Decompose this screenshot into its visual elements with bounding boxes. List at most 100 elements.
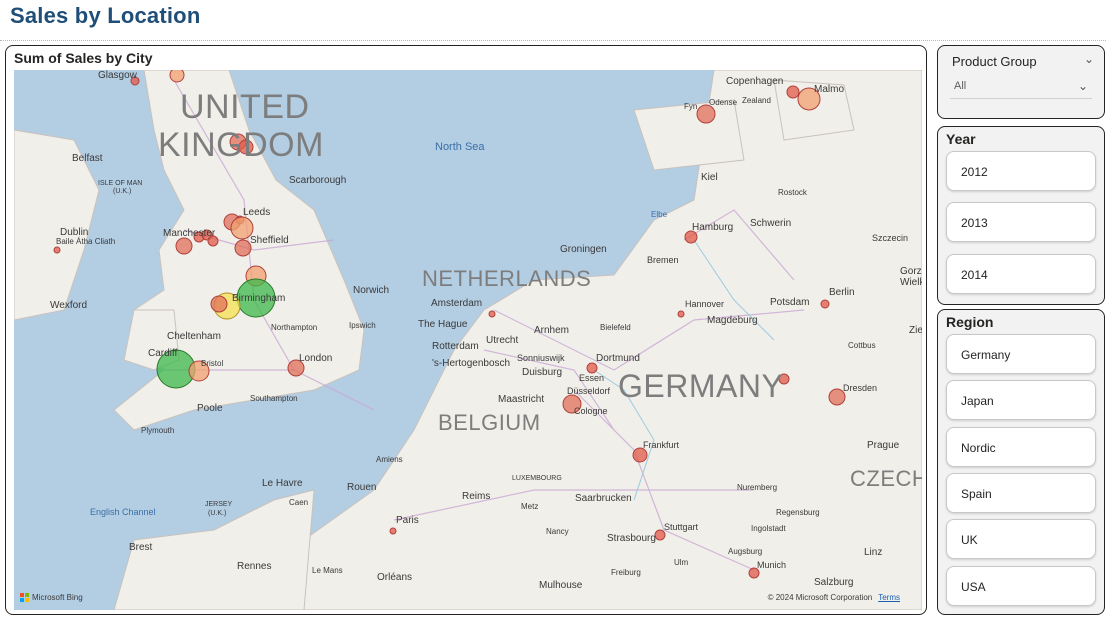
place-label: Brest [129, 542, 153, 553]
chevron-down-icon[interactable]: ⌄ [1084, 52, 1094, 66]
place-label: (U.K.) [208, 510, 227, 517]
copyright-text: © 2024 Microsoft Corporation [767, 593, 873, 602]
place-label: Baile Átha Cliath [56, 237, 116, 246]
bubble-odense [696, 104, 716, 124]
place-label: Nancy [546, 527, 569, 536]
place-label: Saarbrucken [575, 493, 632, 504]
bubble-dublin [53, 246, 61, 254]
place-label: Scarborough [289, 175, 347, 186]
year-option-2012[interactable]: 2012 [946, 151, 1096, 191]
product-group-value: All [954, 80, 967, 92]
place-label: Amiens [376, 455, 403, 464]
year-slicer-title: Year [946, 131, 976, 147]
region-option-germany[interactable]: Germany [946, 334, 1096, 374]
place-label: Dortmund [596, 353, 640, 364]
country-label-uk-1: UNITED [180, 88, 310, 126]
place-label: London [299, 353, 333, 364]
place-label: Southampton [250, 394, 298, 403]
year-option-2014[interactable]: 2014 [946, 254, 1096, 294]
place-label: Dresden [843, 383, 878, 393]
bubble-liverpool [175, 237, 193, 255]
place-label: Wexford [50, 300, 88, 311]
place-label: Rouen [347, 482, 377, 493]
place-label: Copenhagen [726, 76, 784, 87]
place-label: Bristol [201, 359, 224, 368]
place-label: Bielefeld [600, 323, 631, 332]
sea-label-english-channel: English Channel [90, 507, 156, 517]
terms-link[interactable]: Terms [878, 593, 900, 602]
country-label-czech: CZECH [850, 466, 922, 491]
place-label: Zielona [909, 325, 922, 336]
place-label: Kiel [701, 172, 718, 183]
place-label: Groningen [560, 244, 607, 255]
place-label: Le Havre [262, 478, 303, 489]
bubble-berlin [820, 299, 830, 309]
place-label: Metz [521, 502, 539, 511]
place-label: ISLE OF MAN [98, 180, 143, 187]
place-label: Norwich [353, 285, 390, 296]
place-label: Paris [396, 515, 419, 526]
place-label: Plymouth [141, 426, 175, 435]
region-option-japan[interactable]: Japan [946, 380, 1096, 420]
place-label: Cologne [574, 406, 608, 416]
place-label: Le Mans [312, 566, 343, 575]
place-label: Strasbourg [607, 533, 656, 544]
place-label: Zealand [742, 96, 771, 105]
place-label: Magdeburg [707, 315, 758, 326]
sea-label-north-sea: North Sea [435, 141, 485, 153]
place-label: Belfast [72, 153, 103, 164]
place-label: Duisburg [522, 367, 563, 378]
place-label: Poole [197, 403, 223, 414]
microsoft-logo-icon [20, 593, 29, 602]
region-option-spain[interactable]: Spain [946, 473, 1096, 513]
bubble-hannover [677, 310, 685, 318]
product-group-label: Product Group [952, 54, 1037, 69]
bubble-frankfurt [632, 447, 648, 463]
place-label: Cardiff [148, 348, 178, 359]
place-label: Rennes [237, 561, 272, 572]
region-slicer-title: Region [946, 314, 994, 330]
year-option-2013[interactable]: 2013 [946, 202, 1096, 242]
region-option-uk[interactable]: UK [946, 519, 1096, 559]
bubble-paris [389, 527, 397, 535]
chevron-down-icon: ⌄ [1077, 79, 1088, 93]
place-label: Glasgow [98, 70, 137, 81]
page-title: Sales by Location [10, 3, 201, 28]
place-label: Bremen [647, 255, 679, 265]
place-label: Ipswich [349, 321, 376, 330]
place-label: Maastricht [498, 394, 545, 405]
place-label: Sonniuswijk [517, 353, 565, 363]
bubble-sheffield [234, 239, 252, 257]
product-group-slicer: Product Group ⌄ All ⌄ [937, 45, 1105, 119]
place-label: Schwerin [750, 218, 792, 229]
place-label: Berlin [829, 287, 855, 298]
place-label: Rostock [778, 188, 807, 197]
region-slicer: Region Germany Japan Nordic Spain UK USA [937, 309, 1105, 615]
region-option-nordic[interactable]: Nordic [946, 427, 1096, 467]
place-label: Birmingham [232, 293, 286, 304]
place-label: Utrecht [486, 335, 519, 346]
place-label: Stuttgart [664, 522, 699, 532]
place-label: LUXEMBOURG [512, 475, 562, 482]
country-label-belgium: BELGIUM [438, 410, 541, 435]
place-label: Amsterdam [431, 298, 483, 309]
product-group-dropdown[interactable]: All ⌄ [950, 76, 1092, 99]
place-label: Hamburg [692, 222, 734, 233]
place-label: Nuremberg [737, 483, 778, 492]
bing-attribution: Microsoft Bing [20, 593, 83, 602]
place-label: Mulhouse [539, 580, 583, 591]
place-label: Northampton [271, 323, 318, 332]
place-label: Sheffield [250, 235, 289, 246]
place-label: Ulm [674, 558, 689, 567]
year-slicer: Year 2012 2013 2014 [937, 126, 1105, 305]
region-option-usa[interactable]: USA [946, 566, 1096, 606]
place-label: (U.K.) [113, 188, 132, 195]
place-label: Caen [289, 498, 309, 507]
place-label: Frankfurt [643, 440, 680, 450]
country-label-uk-2: KINGDOM [158, 126, 324, 164]
map-canvas[interactable]: UNITED KINGDOM NETHERLANDS BELGIUM GERMA… [14, 70, 922, 610]
bubble-hague [488, 310, 496, 318]
place-label: Malmo [814, 84, 845, 95]
place-label: Freiburg [611, 568, 641, 577]
place-label: Szczecin [872, 233, 909, 243]
